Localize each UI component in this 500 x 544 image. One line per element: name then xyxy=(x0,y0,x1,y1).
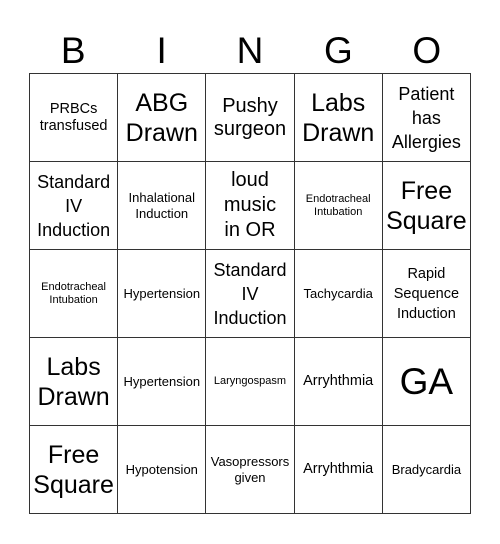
header-letter-g: G xyxy=(323,30,353,71)
bingo-cell[interactable]: Free Square xyxy=(382,162,471,250)
header-letter-o: O xyxy=(412,30,442,71)
bingo-cell[interactable]: Tachycardia xyxy=(294,250,383,338)
header-letter-b: B xyxy=(60,30,86,71)
header-letter-n: N xyxy=(236,30,264,71)
cell-text: Bradycardia xyxy=(391,461,462,477)
cell-text: Standard IV Induction xyxy=(213,259,287,328)
cell-text: loud music in OR xyxy=(223,169,277,241)
bingo-cell[interactable]: Inhalational Induction xyxy=(118,162,207,250)
cell-text: Hypertension xyxy=(123,373,201,389)
bingo-cell[interactable]: Endotracheal Intubation xyxy=(30,250,119,338)
bingo-cell[interactable]: Bradycardia xyxy=(382,426,471,514)
bingo-cell[interactable]: Labs Drawn xyxy=(30,338,119,426)
bingo-cell[interactable]: Hypotension xyxy=(118,426,207,514)
bingo-cell[interactable]: Arryhthmia xyxy=(294,338,383,426)
bingo-cell[interactable]: ABG Drawn xyxy=(118,74,207,162)
bingo-grid: PRBCs transfused ABG Drawn Pushy surgeon… xyxy=(29,73,471,514)
cell-text: Arryhthmia xyxy=(303,461,374,477)
cell-text: Free Square xyxy=(33,440,114,499)
bingo-cell[interactable]: Patient has Allergies xyxy=(382,74,471,162)
cell-text: Pushy surgeon xyxy=(213,94,287,140)
bingo-header: B I N G O xyxy=(29,28,471,74)
bingo-cell[interactable]: Endotracheal Intubation xyxy=(294,162,383,250)
cell-text: Hypotension xyxy=(125,461,198,477)
bingo-cell[interactable]: Free Square xyxy=(30,426,119,514)
bingo-cell[interactable]: Laryngospasm xyxy=(206,338,295,426)
bingo-cell[interactable]: Labs Drawn xyxy=(294,74,383,162)
bingo-cell[interactable]: Vasopressors given xyxy=(206,426,295,514)
bingo-cell[interactable]: Standard IV Induction xyxy=(30,162,119,250)
bingo-cell[interactable]: Hypertension xyxy=(118,338,207,426)
cell-text: Standard IV Induction xyxy=(37,171,111,240)
bingo-cell[interactable]: loud music in OR xyxy=(206,162,295,250)
bingo-cell[interactable]: Pushy surgeon xyxy=(206,74,295,162)
cell-text: Vasopressors given xyxy=(210,453,290,485)
cell-text: ABG Drawn xyxy=(125,88,198,147)
bingo-cell[interactable]: Standard IV Induction xyxy=(206,250,295,338)
cell-text: Endotracheal Intubation xyxy=(305,192,371,218)
bingo-cell[interactable]: Arryhthmia xyxy=(294,426,383,514)
cell-text: Laryngospasm xyxy=(213,375,287,387)
bingo-cell[interactable]: PRBCs transfused xyxy=(30,74,119,162)
cell-text: Endotracheal Intubation xyxy=(41,280,106,306)
cell-text: Labs Drawn xyxy=(37,352,110,411)
cell-text: Inhalational Induction xyxy=(128,189,196,221)
cell-text: Patient has Allergies xyxy=(391,83,461,152)
cell-text: Hypertension xyxy=(123,285,201,301)
header-letter-i: I xyxy=(156,30,167,71)
cell-text: Arryhthmia xyxy=(303,373,374,389)
cell-text: PRBCs transfused xyxy=(39,100,108,134)
bingo-cell[interactable]: Rapid Sequence Induction xyxy=(382,250,471,338)
cell-text: Tachycardia xyxy=(303,285,373,301)
bingo-cell[interactable]: GA xyxy=(382,338,471,426)
cell-text: Rapid Sequence Induction xyxy=(393,265,460,322)
bingo-cell[interactable]: Hypertension xyxy=(118,250,207,338)
cell-text: GA xyxy=(399,360,454,402)
cell-text: Free Square xyxy=(386,176,467,235)
cell-text: Labs Drawn xyxy=(302,88,375,147)
